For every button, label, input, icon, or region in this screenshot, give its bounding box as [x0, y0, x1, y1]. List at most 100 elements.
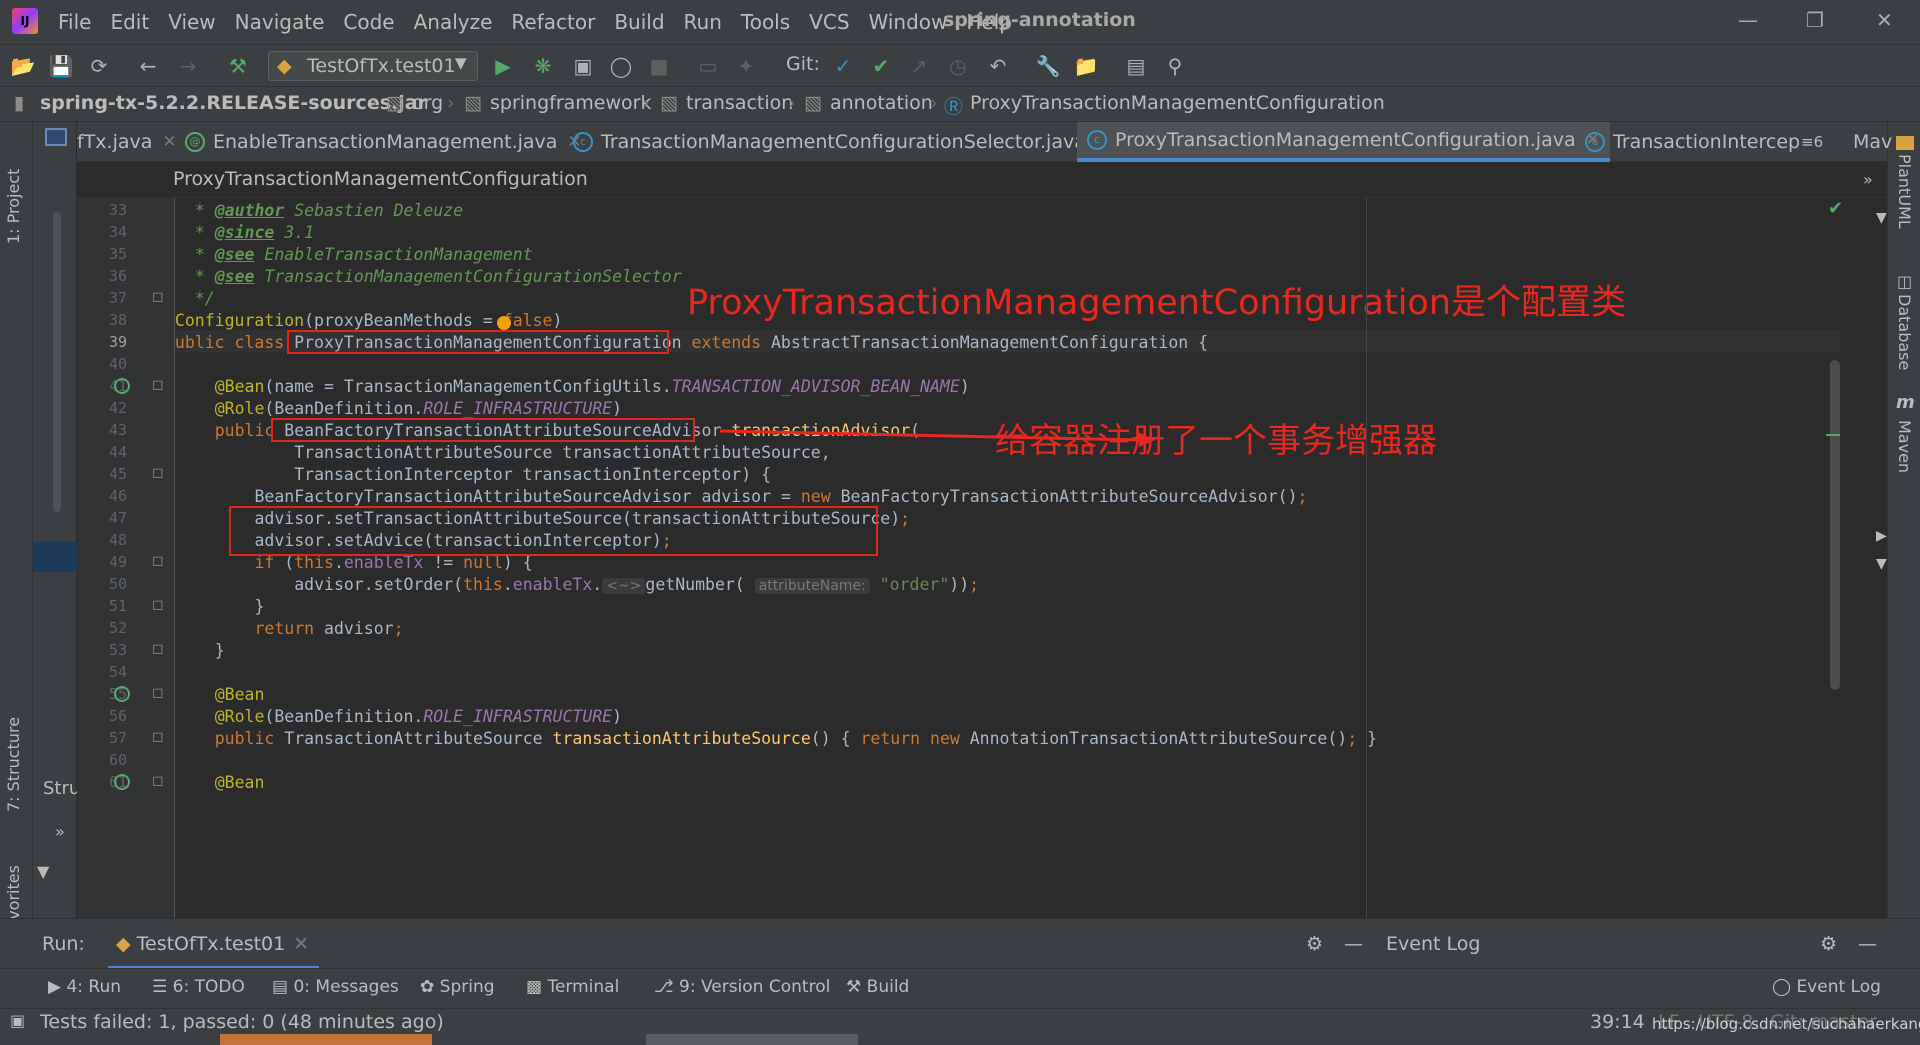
gear-icon[interactable]: ⚙ — [1306, 933, 1323, 955]
event-log-tool-tab[interactable]: ◯ Event Log — [1772, 977, 1881, 997]
profile-icon[interactable]: ◯ — [608, 53, 634, 79]
structure-tool-tab[interactable]: 7: Structure — [4, 692, 23, 812]
tab-configuration-selector[interactable]: c TransactionManagementConfigurationSele… — [573, 122, 1110, 162]
project-scrollbar[interactable] — [53, 212, 61, 512]
toolbar: 📂 💾 ⟳ ← → ⚒ ◆ TestOfTx.test01 ▼ ▶ ❋ ▣ ◯ … — [0, 44, 1920, 86]
open-folder-icon[interactable]: 📂 — [10, 53, 36, 79]
caret-position[interactable]: 39:14 — [1590, 1011, 1645, 1033]
panel-toggle-icon[interactable]: ▣ — [10, 1011, 25, 1030]
editor-scrollbar[interactable] — [1830, 360, 1840, 690]
version-control-tool-tab[interactable]: ⎇ 9: Version Control — [654, 977, 830, 997]
javadoc-tag: @see — [214, 267, 255, 286]
run-tool-tab[interactable]: ▶ 4: Run — [48, 977, 121, 997]
hide-panel-icon[interactable]: — — [1858, 933, 1877, 955]
bean-marker-icon[interactable] — [114, 378, 130, 394]
tab-proxy-configuration[interactable]: c ProxyTransactionManagementConfiguratio… — [1077, 122, 1610, 162]
git-history-icon[interactable]: ◷ — [945, 53, 971, 79]
class-icon: c — [1087, 130, 1107, 150]
menu-view[interactable]: View — [168, 10, 215, 34]
hide-panel-icon[interactable]: — — [1344, 933, 1363, 955]
breadcrumb-springframework[interactable]: springframework — [490, 92, 651, 114]
bean-marker-icon[interactable] — [114, 686, 130, 702]
forward-arrow-icon[interactable]: → — [175, 53, 201, 79]
back-arrow-icon[interactable]: ← — [135, 53, 161, 79]
breadcrumb-annotation[interactable]: annotation — [830, 92, 933, 114]
breadcrumb-jar[interactable]: spring-tx-5.2.2.RELEASE-sources.jar — [40, 92, 427, 114]
menu-file[interactable]: File — [58, 10, 91, 34]
menu-vcs[interactable]: VCS — [809, 10, 849, 34]
fold-icon[interactable]: ◻ — [152, 465, 164, 481]
todo-tool-tab[interactable]: ☰ 6: TODO — [152, 977, 245, 997]
close-window-icon[interactable]: ✕ — [1876, 8, 1893, 32]
debug-icon[interactable]: ❋ — [530, 53, 556, 79]
run-configuration-select[interactable]: ◆ TestOfTx.test01 ▼ — [268, 51, 478, 81]
run-icon[interactable]: ▶ — [490, 53, 516, 79]
git-commit-icon[interactable]: ✔ — [868, 53, 894, 79]
terminal-window-icon[interactable]: ▤ — [1123, 53, 1149, 79]
messages-tool-tab[interactable]: ▤ 0: Messages — [272, 977, 399, 997]
stop-icon[interactable]: ■ — [646, 53, 672, 79]
project-tool-tab[interactable]: 1: Project — [4, 134, 23, 244]
tab-transaction-interceptor[interactable]: c TransactionIntercep — [1585, 122, 1800, 162]
menu-tools[interactable]: Tools — [741, 10, 790, 34]
gear-icon[interactable]: ⚙ — [1820, 933, 1837, 955]
expand-chevron-icon[interactable]: » — [1863, 170, 1873, 189]
breadcrumb-org[interactable]: org — [412, 92, 443, 114]
fold-icon[interactable]: ◻ — [152, 729, 164, 745]
layout-icon[interactable]: ✦ — [733, 53, 759, 79]
fold-icon[interactable]: ◻ — [152, 773, 164, 789]
scroll-down-icon[interactable]: ▼ — [1876, 556, 1887, 572]
menu-navigate[interactable]: Navigate — [235, 10, 325, 34]
close-icon[interactable]: ✕ — [162, 132, 176, 152]
fold-icon[interactable]: ◻ — [152, 641, 164, 657]
close-icon[interactable]: ✕ — [293, 933, 309, 955]
coverage-icon[interactable]: ▣ — [570, 53, 596, 79]
plantuml-tool-tab[interactable]: PlantUML — [1895, 154, 1914, 229]
build-hammer-icon[interactable]: ⚒ — [225, 53, 251, 79]
menu-analyze[interactable]: Analyze — [414, 10, 493, 34]
menu-code[interactable]: Code — [343, 10, 394, 34]
expand-chevron-icon[interactable]: » — [55, 822, 65, 841]
menu-run[interactable]: Run — [684, 10, 722, 34]
breadcrumb-transaction[interactable]: transaction — [686, 92, 793, 114]
save-icon[interactable]: 💾 — [48, 53, 74, 79]
menu-edit[interactable]: Edit — [110, 10, 149, 34]
tab-enable-transaction-management[interactable]: @ EnableTransactionManagement.java ✕ — [185, 122, 582, 162]
attach-icon[interactable]: ▭ — [695, 53, 721, 79]
tab-testoftx[interactable]: fTx.java ✕ — [77, 122, 177, 162]
fold-icon[interactable]: ◻ — [152, 553, 164, 569]
build-tool-tab[interactable]: ⚒ Build — [846, 977, 909, 997]
structure-panel-label: Stru — [43, 778, 81, 799]
project-structure-icon[interactable]: 📁 — [1073, 53, 1099, 79]
git-rollback-icon[interactable]: ↶ — [985, 53, 1011, 79]
search-icon[interactable]: ⚲ — [1162, 53, 1188, 79]
minimize-icon[interactable]: — — [1738, 8, 1758, 32]
collapse-triangle-icon[interactable]: ▼ — [37, 862, 49, 881]
git-push-icon[interactable]: ↗ — [906, 53, 932, 79]
javadoc-tag: @since — [214, 223, 275, 242]
bean-marker-icon[interactable] — [114, 774, 130, 790]
run-tab[interactable]: ◆ TestOfTx.test01 ✕ — [108, 919, 320, 969]
fold-icon[interactable]: ◻ — [152, 597, 164, 613]
sync-icon[interactable]: ⟳ — [86, 53, 112, 79]
tab-overflow-button[interactable]: ≡6 — [1801, 122, 1823, 162]
database-tool-tab[interactable]: Database — [1895, 294, 1914, 370]
maven-tool-tab[interactable]: Maven — [1895, 420, 1914, 473]
terminal-tool-tab[interactable]: ▩ Terminal — [526, 977, 619, 997]
fold-icon[interactable]: ◻ — [152, 685, 164, 701]
restore-icon[interactable]: ❐ — [1806, 8, 1824, 32]
code-editor[interactable]: * @author Sebastien Deleuze * @since 3.1… — [175, 198, 1840, 918]
spring-tool-tab[interactable]: ✿ Spring — [420, 977, 495, 997]
menu-window[interactable]: Window — [869, 10, 948, 34]
menu-refactor[interactable]: Refactor — [511, 10, 595, 34]
settings-wrench-icon[interactable]: 🔧 — [1035, 53, 1061, 79]
intention-bulb-icon[interactable] — [497, 316, 511, 330]
fold-icon[interactable]: ◻ — [152, 377, 164, 393]
scroll-down-icon[interactable]: ▼ — [1876, 210, 1887, 226]
fold-icon[interactable]: ◻ — [152, 289, 164, 305]
breadcrumb-class[interactable]: ProxyTransactionManagementConfiguration — [970, 92, 1385, 114]
collapse-right-icon[interactable]: ▶ — [1876, 528, 1887, 544]
menu-build[interactable]: Build — [614, 10, 664, 34]
git-update-icon[interactable]: ✓ — [830, 53, 856, 79]
project-window-icon[interactable] — [45, 128, 67, 146]
